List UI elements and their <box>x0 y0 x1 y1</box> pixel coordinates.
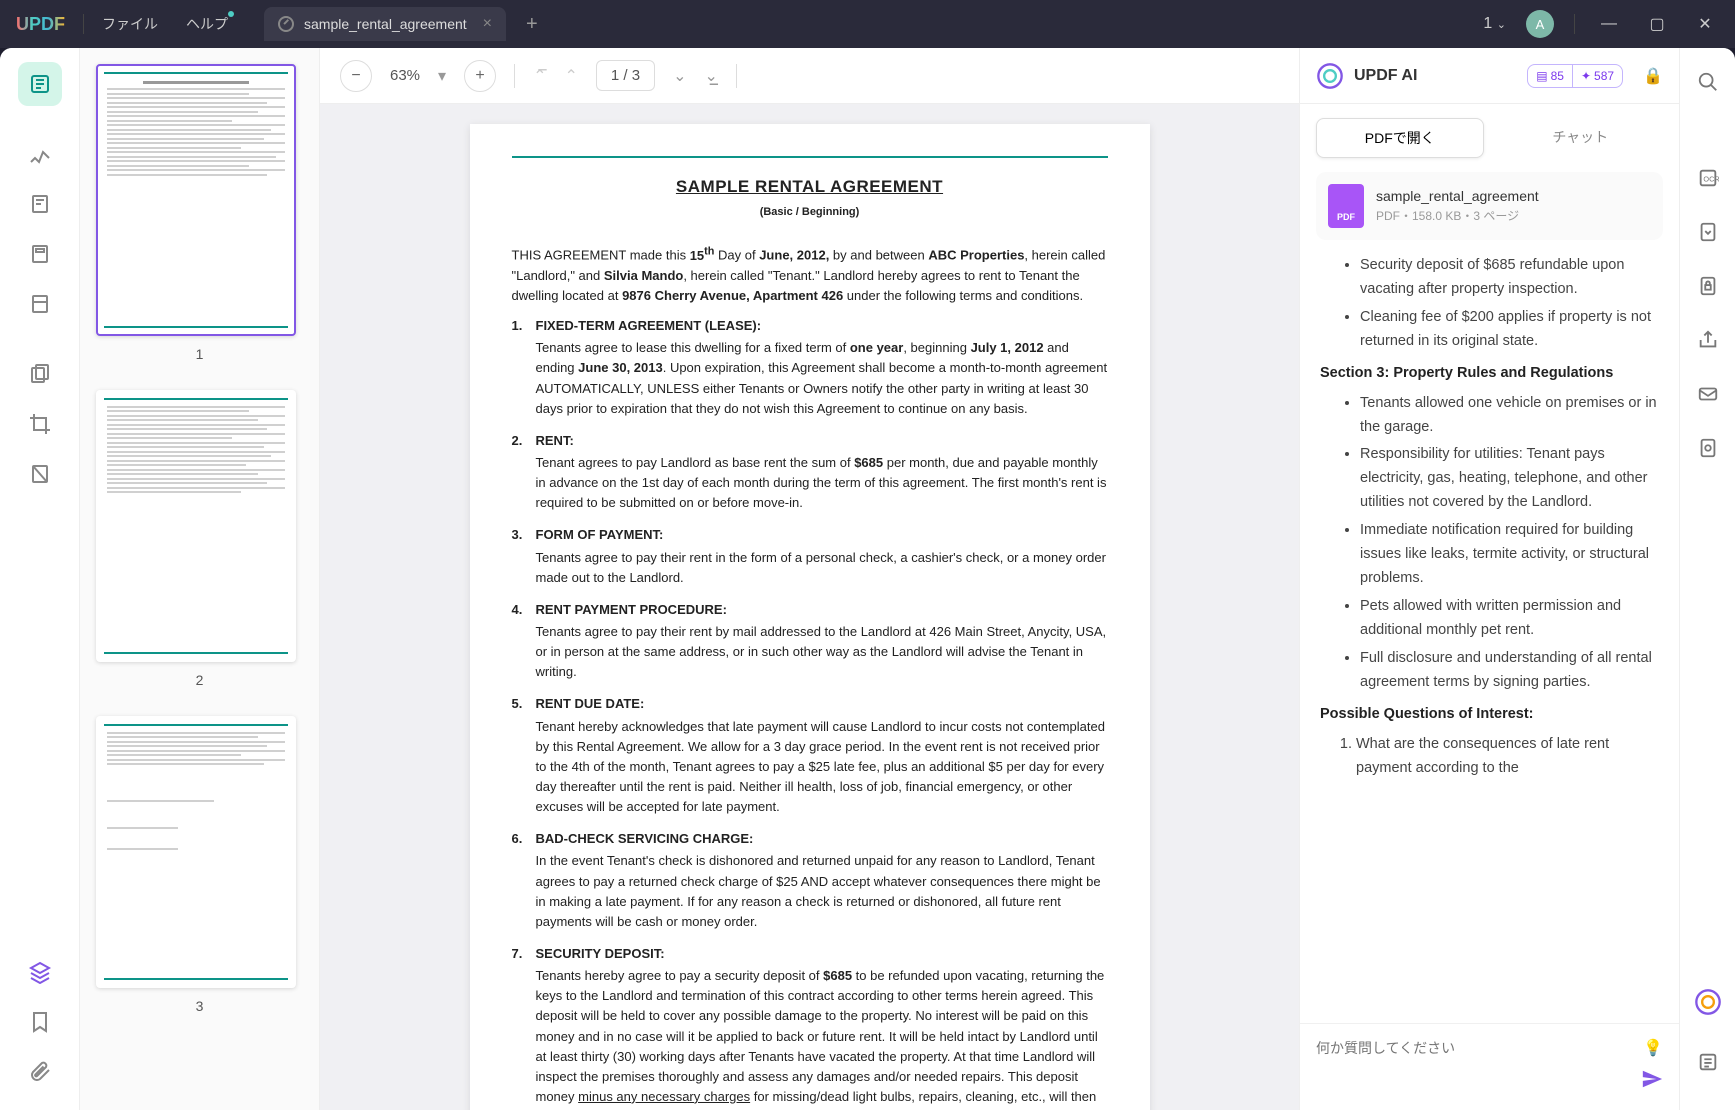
doc-list-item: 2.RENT:Tenant agrees to pay Landlord as … <box>536 431 1108 514</box>
updf-ai-logo-icon <box>1316 62 1344 90</box>
window-maximize[interactable]: ▢ <box>1643 10 1671 38</box>
suggestion-icon[interactable]: 💡 <box>1643 1038 1663 1058</box>
ai-question: What are the consequences of late rent p… <box>1356 733 1659 781</box>
send-button[interactable] <box>1641 1068 1663 1090</box>
ai-bullet: Cleaning fee of $200 applies if property… <box>1360 306 1659 354</box>
ai-panel-title: UPDF AI <box>1354 67 1417 85</box>
tab-doc-icon <box>278 16 294 32</box>
titlebar: UPDF ファイル ヘルプ sample_rental_agreement × … <box>0 0 1735 48</box>
svg-text:OCR: OCR <box>1703 175 1719 184</box>
layers-button[interactable] <box>18 950 62 994</box>
comments-list-button[interactable] <box>1692 1046 1724 1078</box>
next-page-button[interactable]: ⌄ <box>673 66 686 86</box>
attachment-button[interactable] <box>18 1050 62 1094</box>
edit-tool-button[interactable] <box>18 182 62 226</box>
menu-help[interactable]: ヘルプ <box>186 14 228 34</box>
prev-page-button[interactable]: ⌃ <box>564 66 577 86</box>
lock-icon[interactable]: 🔒 <box>1643 66 1663 86</box>
updf-ai-icon[interactable] <box>1694 988 1722 1016</box>
crop-tool-button[interactable] <box>18 402 62 446</box>
ocr-button[interactable]: OCR <box>1692 162 1724 194</box>
document-toolbar: − 63% ▾ + ⌃̅ ⌃ 1 / 3 ⌄ ⌄̲ <box>320 48 1299 104</box>
tab-title: sample_rental_agreement <box>304 16 467 32</box>
app-logo: UPDF <box>16 14 65 35</box>
thumbnail-panel: 1 2 3 <box>80 48 320 1110</box>
protect-button[interactable] <box>1692 270 1724 302</box>
first-page-button[interactable]: ⌃̅ <box>533 66 546 86</box>
thumbnail-page-1[interactable]: 1 <box>96 64 303 362</box>
doc-list-item: 1.FIXED-TERM AGREEMENT (LEASE):Tenants a… <box>536 316 1108 419</box>
doc-intro: THIS AGREEMENT made this 15th Day of Jun… <box>512 243 1108 306</box>
thumbnail-number: 3 <box>96 998 303 1014</box>
zoom-in-button[interactable]: + <box>464 60 496 92</box>
ai-credit-badges[interactable]: ▤85 ✦587 <box>1527 64 1623 88</box>
ai-bullet: Tenants allowed one vehicle on premises … <box>1360 392 1659 440</box>
document-viewport[interactable]: SAMPLE RENTAL AGREEMENT (Basic / Beginni… <box>320 104 1299 1110</box>
ai-bullet: Security deposit of $685 refundable upon… <box>1360 254 1659 302</box>
comment-tool-button[interactable] <box>18 132 62 176</box>
page-indicator[interactable]: 1 / 3 <box>596 60 655 91</box>
left-tool-rail <box>0 48 80 1110</box>
user-avatar[interactable]: A <box>1526 10 1554 38</box>
thumbnail-number: 1 <box>96 346 303 362</box>
ai-bullet: Responsibility for utilities: Tenant pay… <box>1360 443 1659 515</box>
page-count-dropdown[interactable]: 1 ⌄ <box>1483 15 1506 33</box>
thumbnail-page-2[interactable]: 2 <box>96 390 303 688</box>
ai-file-meta: PDF・158.0 KB・3 ページ <box>1376 207 1539 224</box>
doc-subtitle: (Basic / Beginning) <box>512 204 1108 221</box>
ai-file-card: sample_rental_agreement PDF・158.0 KB・3 ペ… <box>1316 172 1663 240</box>
doc-list-item: 4.RENT PAYMENT PROCEDURE:Tenants agree t… <box>536 600 1108 683</box>
pdf-file-icon <box>1328 184 1364 228</box>
share-button[interactable] <box>1692 324 1724 356</box>
thumbnail-number: 2 <box>96 672 303 688</box>
search-button[interactable] <box>1692 66 1724 98</box>
ai-chat-input[interactable] <box>1316 1040 1633 1056</box>
document-tab[interactable]: sample_rental_agreement × <box>264 7 506 41</box>
chat-icon: ✦ <box>1581 69 1591 83</box>
ai-summary-content[interactable]: Security deposit of $685 refundable upon… <box>1300 254 1679 1023</box>
tab-close-button[interactable]: × <box>483 15 492 33</box>
print-button[interactable] <box>1692 432 1724 464</box>
convert-button[interactable] <box>1692 216 1724 248</box>
page-tool-button[interactable] <box>18 352 62 396</box>
ai-bullet: Pets allowed with written permission and… <box>1360 595 1659 643</box>
window-minimize[interactable]: — <box>1595 10 1623 38</box>
doc-title: SAMPLE RENTAL AGREEMENT <box>512 174 1108 200</box>
ai-questions-heading: Possible Questions of Interest: <box>1320 703 1659 727</box>
reader-mode-button[interactable] <box>18 62 62 106</box>
doc-list-item: 6.BAD-CHECK SERVICING CHARGE:In the even… <box>536 829 1108 932</box>
zoom-out-button[interactable]: − <box>340 60 372 92</box>
ai-section-heading: Section 3: Property Rules and Regulation… <box>1320 362 1659 386</box>
ai-file-name: sample_rental_agreement <box>1376 188 1539 204</box>
last-page-button[interactable]: ⌄̲ <box>704 66 717 86</box>
zoom-level: 63% <box>390 67 420 84</box>
organize-tool-button[interactable] <box>18 232 62 276</box>
thumbnail-page-3[interactable]: 3 <box>96 716 303 1014</box>
page-icon: ▤ <box>1536 69 1547 83</box>
zoom-dropdown[interactable]: ▾ <box>438 66 446 86</box>
ai-tab-chat[interactable]: チャット <box>1498 118 1664 158</box>
form-tool-button[interactable] <box>18 282 62 326</box>
email-button[interactable] <box>1692 378 1724 410</box>
pdf-page-1: SAMPLE RENTAL AGREEMENT (Basic / Beginni… <box>470 124 1150 1110</box>
doc-list-item: 7.SECURITY DEPOSIT:Tenants hereby agree … <box>536 944 1108 1110</box>
doc-list-item: 3.FORM OF PAYMENT:Tenants agree to pay t… <box>536 525 1108 587</box>
ai-tab-open-pdf[interactable]: PDFで開く <box>1316 118 1484 158</box>
bookmark-button[interactable] <box>18 1000 62 1044</box>
ai-bullet: Full disclosure and understanding of all… <box>1360 647 1659 695</box>
ai-panel: UPDF AI ▤85 ✦587 🔒 PDFで開く チャット sample_re… <box>1299 48 1679 1110</box>
menu-file[interactable]: ファイル <box>102 14 158 34</box>
redact-tool-button[interactable] <box>18 452 62 496</box>
new-tab-button[interactable]: + <box>526 13 538 36</box>
right-tool-rail: OCR <box>1679 48 1735 1110</box>
ai-bullet: Immediate notification required for buil… <box>1360 519 1659 591</box>
window-close[interactable]: ✕ <box>1691 10 1719 38</box>
doc-list-item: 5.RENT DUE DATE:Tenant hereby acknowledg… <box>536 694 1108 817</box>
